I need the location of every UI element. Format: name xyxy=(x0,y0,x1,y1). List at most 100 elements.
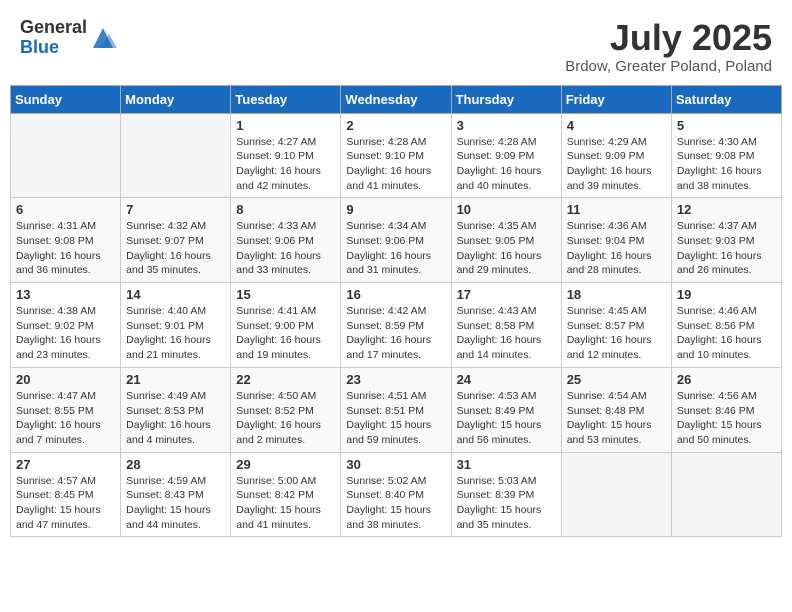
calendar-cell: 2Sunrise: 4:28 AM Sunset: 9:10 PM Daylig… xyxy=(341,113,451,198)
logo-general: General xyxy=(20,18,87,38)
calendar-cell: 12 Sunrise: 4:37 AM Sunset: 9:03 PM Dayli… xyxy=(671,198,781,283)
calendar-cell: 22 Sunrise: 4:50 AM Sunset: 8:52 PM Dayli… xyxy=(231,367,341,452)
location-subtitle: Brdow, Greater Poland, Poland xyxy=(565,58,772,75)
day-of-week-header: Thursday xyxy=(451,85,561,113)
cell-info: Sunrise: 4:57 AM Sunset: 8:45 PM Dayligh… xyxy=(16,474,115,533)
calendar-cell: 8 Sunrise: 4:33 AM Sunset: 9:06 PM Daylig… xyxy=(231,198,341,283)
day-of-week-header: Wednesday xyxy=(341,85,451,113)
cell-info: Sunrise: 4:41 AM Sunset: 9:00 PM Dayligh… xyxy=(236,304,335,363)
cell-info: Sunrise: 4:33 AM Sunset: 9:06 PM Dayligh… xyxy=(236,219,335,278)
day-number: 3 xyxy=(457,118,556,133)
cell-info: Sunrise: 4:43 AM Sunset: 8:58 PM Dayligh… xyxy=(457,304,556,363)
calendar-week-row: 1 Sunrise: 4:27 AM Sunset: 9:10 PM Daylig… xyxy=(11,113,782,198)
calendar-table: SundayMondayTuesdayWednesdayThursdayFrid… xyxy=(10,85,782,538)
day-number: 15 xyxy=(236,287,335,302)
day-number: 12 xyxy=(677,202,776,217)
day-number: 24 xyxy=(457,372,556,387)
cell-info: Sunrise: 4:49 AM Sunset: 8:53 PM Dayligh… xyxy=(126,389,225,448)
cell-info: Sunrise: 4:50 AM Sunset: 8:52 PM Dayligh… xyxy=(236,389,335,448)
calendar-cell: 18Sunrise: 4:45 AM Sunset: 8:57 PM Dayli… xyxy=(561,283,671,368)
day-number: 30 xyxy=(346,457,445,472)
calendar-cell: 20 Sunrise: 4:47 AM Sunset: 8:55 PM Dayli… xyxy=(11,367,121,452)
day-number: 5 xyxy=(677,118,776,133)
day-number: 19 xyxy=(677,287,776,302)
calendar-cell: 21Sunrise: 4:49 AM Sunset: 8:53 PM Dayli… xyxy=(121,367,231,452)
calendar-cell: 26 Sunrise: 4:56 AM Sunset: 8:46 PM Dayli… xyxy=(671,367,781,452)
cell-info: Sunrise: 4:54 AM Sunset: 8:48 PM Dayligh… xyxy=(567,389,666,448)
cell-info: Sunrise: 4:30 AM Sunset: 9:08 PM Dayligh… xyxy=(677,135,776,194)
cell-info: Sunrise: 4:40 AM Sunset: 9:01 PM Dayligh… xyxy=(126,304,225,363)
calendar-cell: 27Sunrise: 4:57 AM Sunset: 8:45 PM Dayli… xyxy=(11,452,121,537)
logo-text: General Blue xyxy=(20,18,87,58)
calendar-cell: 6 Sunrise: 4:31 AM Sunset: 9:08 PM Daylig… xyxy=(11,198,121,283)
cell-info: Sunrise: 4:46 AM Sunset: 8:56 PM Dayligh… xyxy=(677,304,776,363)
calendar-cell: 14 Sunrise: 4:40 AM Sunset: 9:01 PM Dayli… xyxy=(121,283,231,368)
cell-info: Sunrise: 4:36 AM Sunset: 9:04 PM Dayligh… xyxy=(567,219,666,278)
calendar-cell xyxy=(121,113,231,198)
day-number: 18 xyxy=(567,287,666,302)
day-of-week-header: Sunday xyxy=(11,85,121,113)
day-number: 17 xyxy=(457,287,556,302)
day-number: 20 xyxy=(16,372,115,387)
calendar-cell: 1 Sunrise: 4:27 AM Sunset: 9:10 PM Daylig… xyxy=(231,113,341,198)
calendar-cell xyxy=(11,113,121,198)
day-of-week-header: Friday xyxy=(561,85,671,113)
logo-blue: Blue xyxy=(20,38,87,58)
cell-info: Sunrise: 4:37 AM Sunset: 9:03 PM Dayligh… xyxy=(677,219,776,278)
cell-info: Sunrise: 4:28 AM Sunset: 9:10 PM Dayligh… xyxy=(346,135,445,194)
calendar-cell: 29Sunrise: 5:00 AM Sunset: 8:42 PM Dayli… xyxy=(231,452,341,537)
cell-info: Sunrise: 4:28 AM Sunset: 9:09 PM Dayligh… xyxy=(457,135,556,194)
calendar-cell: 24Sunrise: 4:53 AM Sunset: 8:49 PM Dayli… xyxy=(451,367,561,452)
day-number: 16 xyxy=(346,287,445,302)
calendar-cell: 17 Sunrise: 4:43 AM Sunset: 8:58 PM Dayli… xyxy=(451,283,561,368)
calendar-cell: 19 Sunrise: 4:46 AM Sunset: 8:56 PM Dayli… xyxy=(671,283,781,368)
calendar-cell: 15 Sunrise: 4:41 AM Sunset: 9:00 PM Dayli… xyxy=(231,283,341,368)
calendar-cell: 7Sunrise: 4:32 AM Sunset: 9:07 PM Daylig… xyxy=(121,198,231,283)
day-number: 6 xyxy=(16,202,115,217)
cell-info: Sunrise: 4:31 AM Sunset: 9:08 PM Dayligh… xyxy=(16,219,115,278)
month-year-title: July 2025 xyxy=(565,18,772,58)
day-number: 22 xyxy=(236,372,335,387)
calendar-cell: 10 Sunrise: 4:35 AM Sunset: 9:05 PM Dayli… xyxy=(451,198,561,283)
day-number: 8 xyxy=(236,202,335,217)
cell-info: Sunrise: 5:03 AM Sunset: 8:39 PM Dayligh… xyxy=(457,474,556,533)
day-number: 4 xyxy=(567,118,666,133)
cell-info: Sunrise: 4:47 AM Sunset: 8:55 PM Dayligh… xyxy=(16,389,115,448)
page-header: General Blue July 2025 Brdow, Greater Po… xyxy=(10,10,782,79)
calendar-cell: 16 Sunrise: 4:42 AM Sunset: 8:59 PM Dayli… xyxy=(341,283,451,368)
cell-info: Sunrise: 4:29 AM Sunset: 9:09 PM Dayligh… xyxy=(567,135,666,194)
day-of-week-header: Monday xyxy=(121,85,231,113)
calendar-cell: 4 Sunrise: 4:29 AM Sunset: 9:09 PM Daylig… xyxy=(561,113,671,198)
calendar-week-row: 13Sunrise: 4:38 AM Sunset: 9:02 PM Dayli… xyxy=(11,283,782,368)
day-number: 25 xyxy=(567,372,666,387)
calendar-week-row: 6 Sunrise: 4:31 AM Sunset: 9:08 PM Daylig… xyxy=(11,198,782,283)
day-number: 1 xyxy=(236,118,335,133)
day-of-week-header: Saturday xyxy=(671,85,781,113)
cell-info: Sunrise: 4:59 AM Sunset: 8:43 PM Dayligh… xyxy=(126,474,225,533)
logo: General Blue xyxy=(20,18,117,58)
day-number: 9 xyxy=(346,202,445,217)
day-number: 10 xyxy=(457,202,556,217)
cell-info: Sunrise: 5:00 AM Sunset: 8:42 PM Dayligh… xyxy=(236,474,335,533)
calendar-cell: 23Sunrise: 4:51 AM Sunset: 8:51 PM Dayli… xyxy=(341,367,451,452)
calendar-cell xyxy=(671,452,781,537)
day-number: 23 xyxy=(346,372,445,387)
day-number: 7 xyxy=(126,202,225,217)
cell-info: Sunrise: 4:35 AM Sunset: 9:05 PM Dayligh… xyxy=(457,219,556,278)
day-number: 26 xyxy=(677,372,776,387)
cell-info: Sunrise: 4:42 AM Sunset: 8:59 PM Dayligh… xyxy=(346,304,445,363)
calendar-cell: 13Sunrise: 4:38 AM Sunset: 9:02 PM Dayli… xyxy=(11,283,121,368)
calendar-cell: 11 Sunrise: 4:36 AM Sunset: 9:04 PM Dayli… xyxy=(561,198,671,283)
day-number: 14 xyxy=(126,287,225,302)
cell-info: Sunrise: 4:56 AM Sunset: 8:46 PM Dayligh… xyxy=(677,389,776,448)
calendar-cell: 31Sunrise: 5:03 AM Sunset: 8:39 PM Dayli… xyxy=(451,452,561,537)
calendar-cell: 9Sunrise: 4:34 AM Sunset: 9:06 PM Daylig… xyxy=(341,198,451,283)
day-number: 11 xyxy=(567,202,666,217)
logo-icon xyxy=(89,24,117,52)
calendar-week-row: 27Sunrise: 4:57 AM Sunset: 8:45 PM Dayli… xyxy=(11,452,782,537)
cell-info: Sunrise: 4:27 AM Sunset: 9:10 PM Dayligh… xyxy=(236,135,335,194)
calendar-cell: 3 Sunrise: 4:28 AM Sunset: 9:09 PM Daylig… xyxy=(451,113,561,198)
calendar-cell xyxy=(561,452,671,537)
day-number: 13 xyxy=(16,287,115,302)
cell-info: Sunrise: 5:02 AM Sunset: 8:40 PM Dayligh… xyxy=(346,474,445,533)
